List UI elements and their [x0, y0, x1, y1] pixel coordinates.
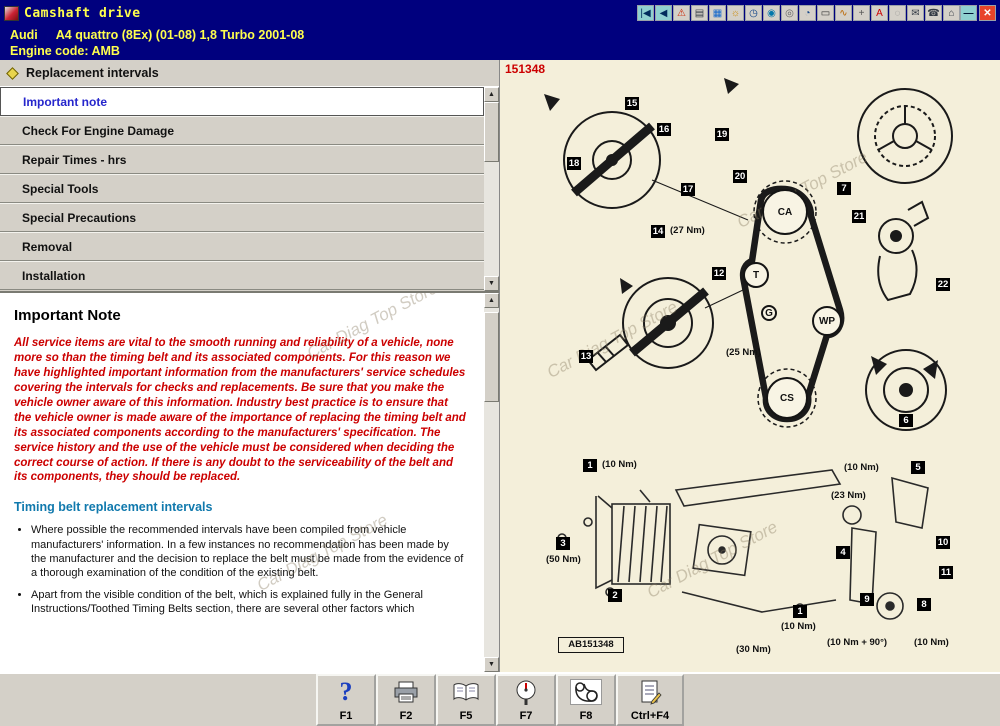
- nav-item-special-precautions[interactable]: Special Precautions: [0, 203, 484, 232]
- book-icon: [452, 679, 480, 705]
- abs-icon[interactable]: A: [871, 5, 888, 21]
- article-subheading: Timing belt replacement intervals: [14, 500, 467, 514]
- nav-back-icon[interactable]: ◀: [655, 5, 672, 21]
- report-icon[interactable]: ▤: [691, 5, 708, 21]
- content-scroll-track[interactable]: [484, 308, 499, 657]
- main-area: Replacement intervals Important noteChec…: [0, 60, 1000, 672]
- nav-item-important-note[interactable]: Important note: [0, 87, 484, 116]
- clock-icon[interactable]: ◷: [745, 5, 762, 21]
- engine-code: Engine code: AMB: [10, 43, 120, 59]
- diagram-panel: 151348: [500, 60, 1000, 672]
- scroll-down-icon[interactable]: ▼: [484, 657, 499, 672]
- titlebar-toolbar: |◀◀⚠▤▦☼◷◉◎◔▭∿+A◌✉☎⌂: [637, 5, 960, 21]
- minimize-button[interactable]: —: [960, 5, 977, 21]
- print-button-f2[interactable]: F2: [376, 674, 436, 726]
- content-scroll-thumb[interactable]: [484, 312, 499, 402]
- phone-icon[interactable]: ☎: [925, 5, 942, 21]
- f5-label: F5: [460, 710, 473, 722]
- help-button-f1[interactable]: ? F1: [316, 674, 376, 726]
- diagram-ref-label: 151348: [505, 62, 545, 76]
- gauge-icon[interactable]: ◔: [799, 5, 816, 21]
- timing-belt-diagram: [500, 60, 1000, 672]
- screen-icon[interactable]: ▦: [709, 5, 726, 21]
- close-button[interactable]: ✕: [979, 5, 996, 21]
- section-header-label: Replacement intervals: [26, 66, 159, 80]
- globe-icon[interactable]: ◉: [763, 5, 780, 21]
- function-toolbar: ? F1 F2 F5 F7 F8: [0, 672, 1000, 726]
- nav-item-repair-times-hrs[interactable]: Repair Times - hrs: [0, 145, 484, 174]
- printer-icon: [393, 679, 419, 705]
- airbag-icon[interactable]: ◌: [889, 5, 906, 21]
- article-content: Important Note All service items are vit…: [0, 291, 499, 672]
- topic-list: Important noteCheck For Engine DamageRep…: [0, 86, 499, 291]
- gauge-button-f7[interactable]: F7: [496, 674, 556, 726]
- cd-icon[interactable]: ◎: [781, 5, 798, 21]
- f1-label: F1: [340, 710, 353, 722]
- f2-label: F2: [400, 710, 413, 722]
- f8-label: F8: [580, 710, 593, 722]
- bullet-item: Where possible the recommended intervals…: [31, 523, 467, 580]
- scroll-up-icon[interactable]: ▲: [484, 87, 499, 102]
- nav-scroll-track[interactable]: [484, 102, 499, 276]
- diamond-bullet-icon: [6, 67, 19, 80]
- content-scrollbar[interactable]: ▲ ▼: [484, 293, 499, 672]
- battery-icon[interactable]: ▭: [817, 5, 834, 21]
- manuals-button-f5[interactable]: F5: [436, 674, 496, 726]
- content-bullets: Where possible the recommended intervals…: [14, 523, 467, 616]
- wiring-icon[interactable]: ∿: [835, 5, 852, 21]
- close-module-button-ctrlf4[interactable]: Ctrl+F4: [616, 674, 684, 726]
- nav-list: Important noteCheck For Engine DamageRep…: [0, 87, 484, 290]
- timing-belt-button-f8[interactable]: F8: [556, 674, 616, 726]
- vehicle-make: Audi: [10, 27, 38, 43]
- ctrl-f4-label: Ctrl+F4: [631, 710, 669, 722]
- nav-item-special-tools[interactable]: Special Tools: [0, 174, 484, 203]
- document-icon: [638, 679, 662, 705]
- scroll-down-icon[interactable]: ▼: [484, 276, 499, 291]
- nav-scroll-thumb[interactable]: [484, 102, 499, 162]
- nav-item-installation[interactable]: Installation: [0, 261, 484, 290]
- bullet-item: Apart from the visible condition of the …: [31, 588, 467, 617]
- timing-belt-icon: [570, 679, 602, 705]
- title-bar: Camshaft drive |◀◀⚠▤▦☼◷◉◎◔▭∿+A◌✉☎⌂ — ✕: [0, 0, 1000, 26]
- warning-icon[interactable]: ⚠: [673, 5, 690, 21]
- home-icon[interactable]: ⌂: [943, 5, 960, 21]
- section-header: Replacement intervals: [0, 60, 499, 86]
- left-panel: Replacement intervals Important noteChec…: [0, 60, 500, 672]
- f7-label: F7: [520, 710, 533, 722]
- service-light-icon[interactable]: ☼: [727, 5, 744, 21]
- nav-first-icon[interactable]: |◀: [637, 5, 654, 21]
- help-icon: ?: [340, 679, 353, 705]
- app-logo-icon: [4, 6, 19, 21]
- vehicle-info-bar: Audi A4 quattro (8Ex) (01-08) 1,8 Turbo …: [0, 26, 1000, 60]
- vehicle-model: A4 quattro (8Ex) (01-08) 1,8 Turbo 2001-…: [56, 27, 304, 43]
- nav-item-removal[interactable]: Removal: [0, 232, 484, 261]
- diagram-id-label: AB151348: [558, 637, 624, 653]
- dial-gauge-icon: [514, 679, 538, 705]
- mail-icon[interactable]: ✉: [907, 5, 924, 21]
- app-window: Camshaft drive |◀◀⚠▤▦☼◷◉◎◔▭∿+A◌✉☎⌂ — ✕ A…: [0, 0, 1000, 726]
- tools-icon[interactable]: +: [853, 5, 870, 21]
- article-heading: Important Note: [14, 307, 467, 324]
- window-title: Camshaft drive: [24, 6, 141, 21]
- nav-item-check-for-engine-damage[interactable]: Check For Engine Damage: [0, 116, 484, 145]
- nav-scrollbar[interactable]: ▲ ▼: [484, 87, 499, 291]
- warning-paragraph: All service items are vital to the smoot…: [14, 336, 467, 485]
- scroll-up-icon[interactable]: ▲: [484, 293, 499, 308]
